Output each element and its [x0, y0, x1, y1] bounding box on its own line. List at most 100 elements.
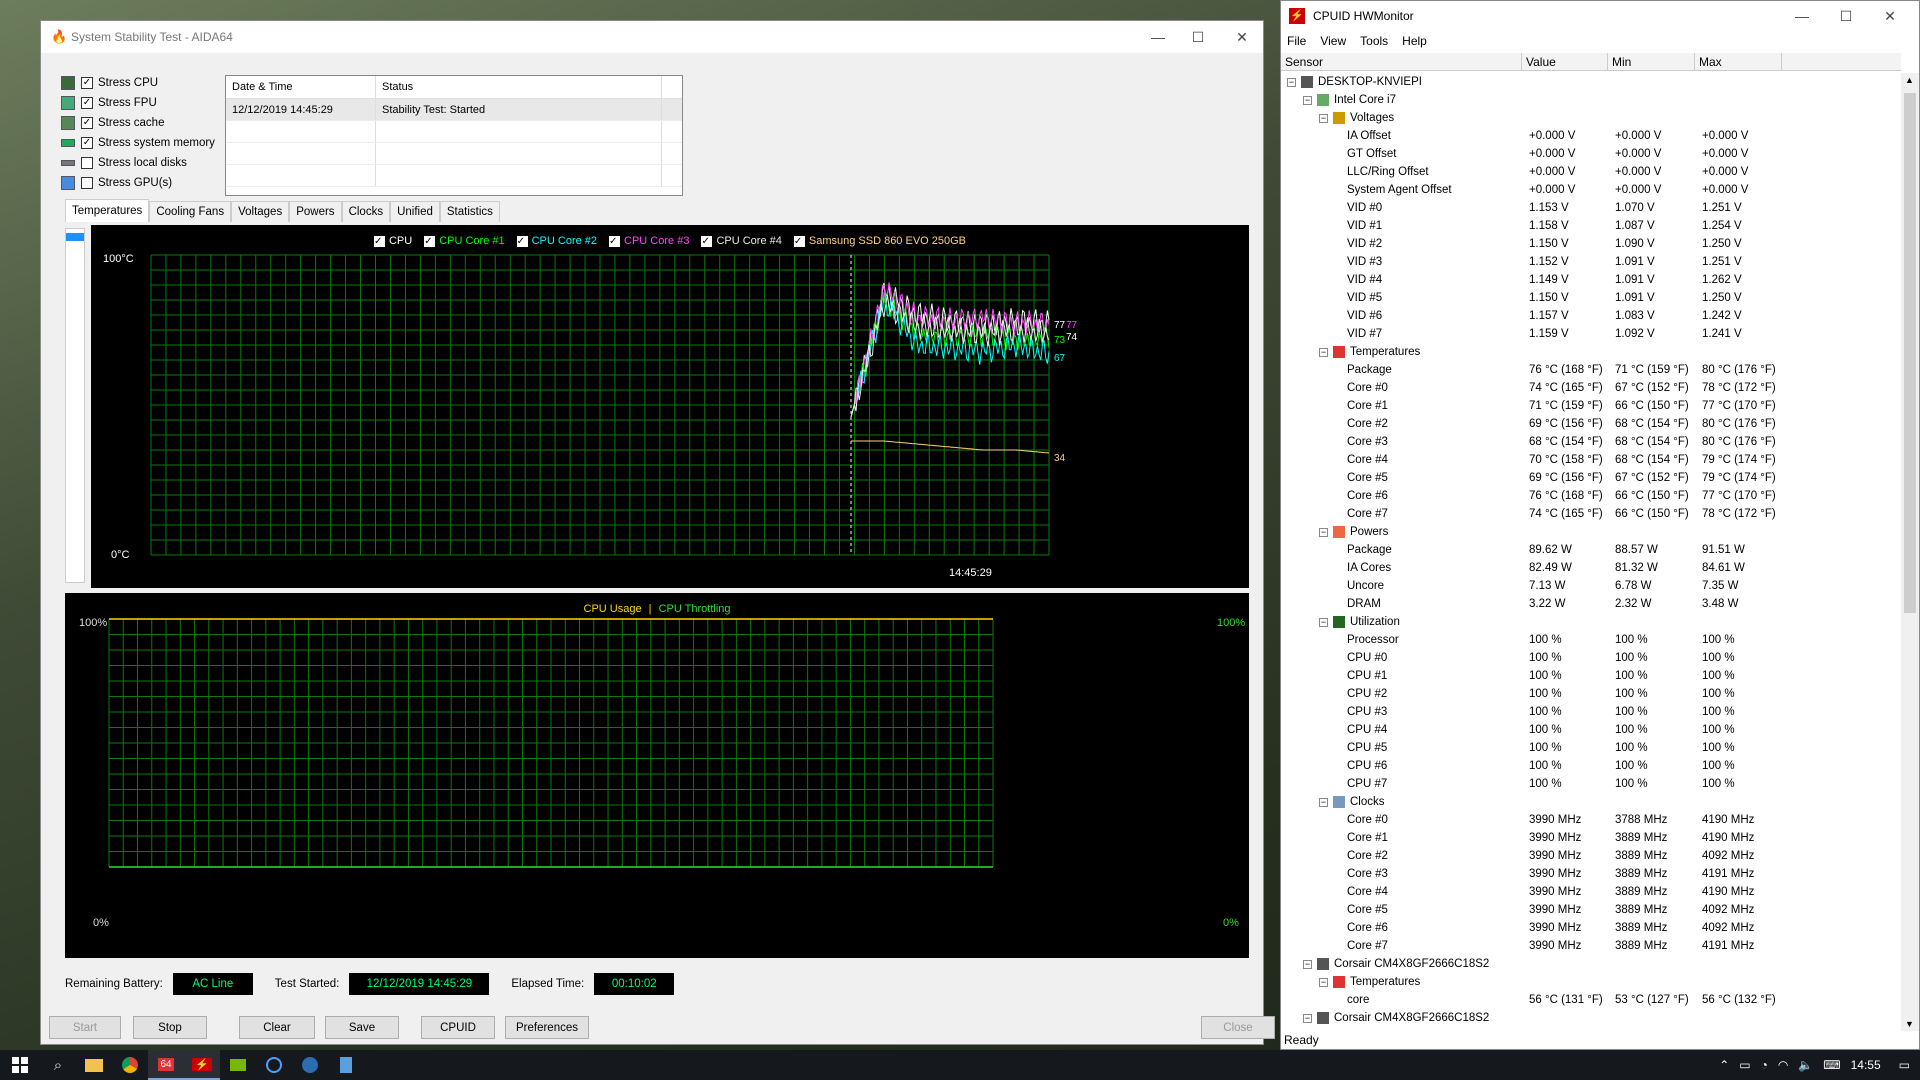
steam-icon[interactable] [292, 1050, 328, 1080]
sensor-row[interactable]: CPU #2 100 % 100 % 100 % [1281, 685, 1896, 703]
collapse-icon[interactable]: − [1303, 1013, 1312, 1023]
battery-icon[interactable]: ▭ [1739, 1058, 1750, 1072]
sensor-row[interactable]: Processor 100 % 100 % 100 % [1281, 631, 1896, 649]
tree-node[interactable]: − Clocks [1281, 793, 1896, 811]
sensor-row[interactable]: VID #1 1.158 V 1.087 V 1.254 V [1281, 217, 1896, 235]
sensor-row[interactable]: VID #2 1.150 V 1.090 V 1.250 V [1281, 235, 1896, 253]
preferences-button[interactable]: Preferences [505, 1016, 589, 1039]
tab-statistics[interactable]: Statistics [439, 201, 500, 222]
tab-unified[interactable]: Unified [390, 201, 440, 222]
hwmonitor-icon[interactable]: ⚡ [184, 1050, 220, 1080]
sensor-row[interactable]: CPU #1 100 % 100 % 100 % [1281, 667, 1896, 685]
col-datetime[interactable]: Date & Time [226, 76, 376, 98]
search-icon[interactable]: ⌕ [40, 1050, 76, 1080]
col-value[interactable]: Value [1522, 53, 1608, 70]
collapse-icon[interactable]: − [1319, 113, 1328, 123]
minimize-button[interactable]: — [1779, 1, 1825, 31]
menu-file[interactable]: File [1287, 34, 1306, 48]
sensor-row[interactable]: Core #1 3990 MHz 3889 MHz 4190 MHz [1281, 829, 1896, 847]
tab-voltages[interactable]: Voltages [231, 201, 290, 222]
notepad-icon[interactable] [328, 1050, 364, 1080]
sensor-row[interactable]: VID #0 1.153 V 1.070 V 1.251 V [1281, 199, 1896, 217]
sensor-row[interactable]: Package 76 °C (168 °F) 71 °C (159 °F) 80 °C… [1281, 361, 1896, 379]
sensor-row[interactable]: VID #5 1.150 V 1.091 V 1.250 V [1281, 289, 1896, 307]
sensor-row[interactable]: CPU #0 100 % 100 % 100 % [1281, 649, 1896, 667]
maximize-button[interactable]: ☐ [1823, 1, 1869, 31]
stress-disks-option[interactable]: Stress local disks [61, 153, 215, 173]
sensor-row[interactable]: CPU #4 100 % 100 % 100 % [1281, 721, 1896, 739]
menu-help[interactable]: Help [1402, 34, 1427, 48]
aida64-icon[interactable]: 64 [148, 1050, 184, 1080]
sensor-row[interactable]: GT Offset +0.000 V +0.000 V +0.000 V [1281, 145, 1896, 163]
sensor-row[interactable]: Core #3 68 °C (154 °F) 68 °C (154 °F) 80 °C… [1281, 433, 1896, 451]
scroll-up-icon[interactable]: ▲ [1905, 75, 1914, 85]
volume-icon[interactable]: 🔈 [1798, 1058, 1813, 1072]
tree-node[interactable]: − Voltages [1281, 109, 1896, 127]
scroll-down-icon[interactable]: ▼ [1905, 1019, 1914, 1029]
stress-cache-option[interactable]: ✓ Stress cache [61, 113, 215, 133]
checkbox[interactable]: ✓ [81, 97, 93, 109]
sensor-row[interactable]: Core #7 3990 MHz 3889 MHz 4191 MHz [1281, 937, 1896, 955]
tree-node[interactable]: − Temperatures [1281, 973, 1896, 991]
checkbox[interactable]: ✓ [81, 77, 93, 89]
start-button[interactable]: Start [49, 1016, 121, 1039]
windows-start-icon[interactable] [0, 1050, 40, 1080]
stress-cpu-option[interactable]: ✓ Stress CPU [61, 73, 215, 93]
sensor-row[interactable]: Core #4 3990 MHz 3889 MHz 4190 MHz [1281, 883, 1896, 901]
log-row[interactable]: 12/12/2019 14:45:29 Stability Test: Star… [226, 99, 682, 121]
tree-node[interactable]: − Intel Core i7 [1281, 91, 1896, 109]
sensor-row[interactable]: Core #6 76 °C (168 °F) 66 °C (150 °F) 77 °C… [1281, 487, 1896, 505]
col-sensor[interactable]: Sensor [1281, 53, 1522, 70]
tab-clocks[interactable]: Clocks [341, 201, 391, 222]
stress-fpu-option[interactable]: ✓ Stress FPU [61, 93, 215, 113]
sensor-row[interactable]: Core #1 71 °C (159 °F) 66 °C (150 °F) 77 °C… [1281, 397, 1896, 415]
stress-memory-option[interactable]: ✓ Stress system memory [61, 133, 215, 153]
sensor-row[interactable]: VID #6 1.157 V 1.083 V 1.242 V [1281, 307, 1896, 325]
cpuid-button[interactable]: CPUID [421, 1016, 495, 1039]
checkbox[interactable]: ✓ [81, 137, 93, 149]
save-button[interactable]: Save [325, 1016, 399, 1039]
sensor-row[interactable]: Core #2 3990 MHz 3889 MHz 4092 MHz [1281, 847, 1896, 865]
sensor-row[interactable]: VID #3 1.152 V 1.091 V 1.251 V [1281, 253, 1896, 271]
collapse-icon[interactable]: − [1303, 95, 1312, 105]
collapse-icon[interactable]: − [1303, 959, 1312, 969]
scroll-thumb[interactable] [1904, 93, 1916, 613]
tab-temperatures[interactable]: Temperatures [65, 199, 150, 222]
sensor-row[interactable]: Core #6 3990 MHz 3889 MHz 4092 MHz [1281, 919, 1896, 937]
stress-gpu-option[interactable]: Stress GPU(s) [61, 173, 215, 193]
close-button[interactable]: Close [1201, 1016, 1275, 1039]
sensor-row[interactable]: Core #5 69 °C (156 °F) 67 °C (152 °F) 79 °C… [1281, 469, 1896, 487]
col-max[interactable]: Max [1695, 53, 1782, 70]
notification-icon[interactable]: ▭ [1899, 1058, 1910, 1072]
tree-node[interactable]: − DESKTOP-KNVIEPI [1281, 73, 1896, 91]
browser-icon[interactable] [256, 1050, 292, 1080]
close-window-button[interactable]: ✕ [1867, 1, 1913, 31]
sensor-row[interactable]: LLC/Ring Offset +0.000 V +0.000 V +0.000 V [1281, 163, 1896, 181]
sensor-row[interactable]: core 56 °C (131 °F) 53 °C (127 °F) 56 °C (1… [1281, 991, 1896, 1009]
sensor-row[interactable]: VID #7 1.159 V 1.092 V 1.241 V [1281, 325, 1896, 343]
sensor-row[interactable]: Core #7 74 °C (165 °F) 66 °C (150 °F) 78 °C… [1281, 505, 1896, 523]
maximize-button[interactable]: ☐ [1175, 21, 1221, 53]
wifi-icon[interactable]: ◠ [1778, 1058, 1788, 1072]
collapse-icon[interactable]: − [1319, 617, 1328, 627]
tab-powers[interactable]: Powers [289, 201, 342, 222]
nvidia-icon[interactable] [220, 1050, 256, 1080]
sensor-row[interactable]: IA Offset +0.000 V +0.000 V +0.000 V [1281, 127, 1896, 145]
sensor-row[interactable]: Core #0 74 °C (165 °F) 67 °C (152 °F) 78 °C… [1281, 379, 1896, 397]
clear-button[interactable]: Clear [239, 1016, 315, 1039]
collapse-icon[interactable]: − [1319, 347, 1328, 357]
tree-node[interactable]: − Corsair CM4X8GF2666C18S2 [1281, 955, 1896, 973]
checkbox[interactable]: ✓ [81, 117, 93, 129]
sensor-row[interactable]: DRAM 3.22 W 2.32 W 3.48 W [1281, 595, 1896, 613]
language-icon[interactable]: ⌨ [1823, 1058, 1840, 1072]
collapse-icon[interactable]: − [1319, 527, 1328, 537]
network-icon[interactable]: ◔ [1761, 1058, 1768, 1072]
sensor-row[interactable]: CPU #7 100 % 100 % 100 % [1281, 775, 1896, 793]
sensor-row[interactable]: Core #4 70 °C (158 °F) 68 °C (154 °F) 79 °C… [1281, 451, 1896, 469]
scroll-thumb[interactable] [66, 233, 84, 241]
sensor-row[interactable]: IA Cores 82.49 W 81.32 W 84.61 W [1281, 559, 1896, 577]
stop-button[interactable]: Stop [133, 1016, 207, 1039]
sensor-row[interactable]: Core #5 3990 MHz 3889 MHz 4092 MHz [1281, 901, 1896, 919]
col-min[interactable]: Min [1608, 53, 1695, 70]
sensor-row[interactable]: CPU #5 100 % 100 % 100 % [1281, 739, 1896, 757]
